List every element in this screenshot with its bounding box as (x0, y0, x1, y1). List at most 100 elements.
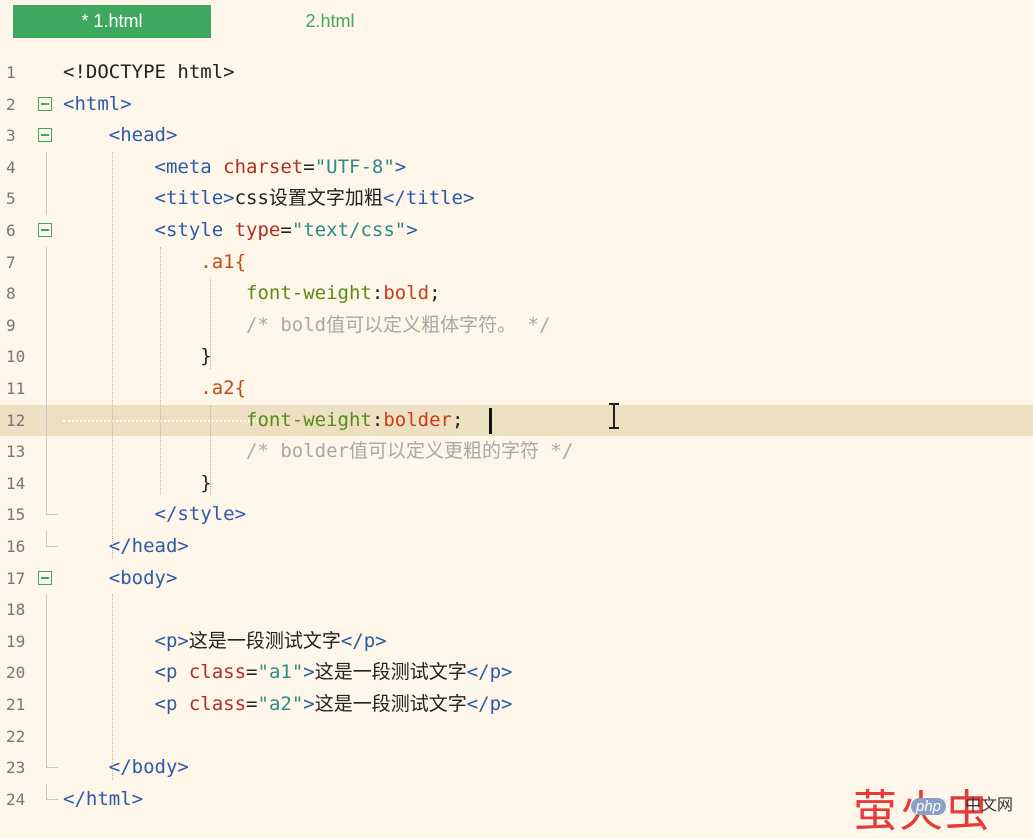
line-number: 18 (6, 600, 26, 620)
fold-guide (46, 720, 47, 753)
code-token: <p> (154, 629, 189, 652)
code-line[interactable]: 12 font-weight:bolder; (0, 404, 1033, 437)
code-token: = (246, 693, 258, 715)
line-number: 1 (6, 63, 16, 82)
code-token: 这是一段测试文字 (314, 693, 467, 715)
code-token: <!DOCTYPE html> (63, 61, 235, 83)
code-token: ; (451, 408, 464, 431)
fold-toggle-icon[interactable] (38, 223, 52, 237)
line-number: 4 (6, 157, 16, 177)
fold-end-marker (46, 499, 58, 516)
fold-guide (46, 246, 47, 279)
code-line[interactable]: 13 /* bolder值可以定义更粗的字符 */ (0, 436, 1033, 468)
code-line[interactable]: 6 <style type="text/css"> (0, 215, 1033, 247)
code-editor[interactable]: 1 <!DOCTYPE html> 2 <html> 3 <head> 4 <meta c… (0, 57, 1033, 817)
code-line[interactable]: 20 <p class="a1">这是一段测试文字</p> (0, 657, 1033, 689)
code-token: .a1{ (200, 250, 247, 273)
code-text: <p class="a1">这是一段测试文字</p> (63, 657, 513, 689)
code-token: </p> (466, 661, 513, 684)
code-token: "a2" (257, 693, 304, 715)
code-token: </head> (108, 535, 189, 557)
code-line[interactable]: 15 </style> (0, 499, 1033, 531)
code-line[interactable]: 17 <body> (0, 563, 1033, 595)
line-number: 3 (6, 126, 16, 146)
line-number: 16 (6, 537, 26, 556)
fold-guide (46, 404, 47, 437)
code-line[interactable]: 16 </head> (0, 531, 1033, 563)
code-text: </html> (63, 784, 143, 816)
code-token: </p> (340, 629, 387, 652)
fold-guide (46, 625, 47, 658)
code-token: <title> (154, 187, 235, 210)
fold-guide (46, 657, 47, 689)
indent-guide (160, 246, 161, 496)
code-text: <meta charset="UTF-8"> (63, 152, 407, 184)
text-caret (489, 407, 492, 434)
code-text: </style> (63, 499, 247, 531)
line-number: 6 (6, 221, 16, 240)
code-line[interactable]: 2 <html> (0, 89, 1033, 121)
code-line[interactable]: 10 } (0, 341, 1033, 373)
fold-guide (46, 151, 47, 184)
code-token: /* bold值可以定义粗体字符。 */ (246, 313, 551, 336)
code-line[interactable]: 7 .a1{ (0, 246, 1033, 279)
code-line[interactable]: 14 } (0, 467, 1033, 500)
code-line[interactable]: 11 .a2{ (0, 373, 1033, 405)
code-token: > (394, 155, 407, 178)
line-number: 13 (6, 442, 26, 462)
code-text: } (63, 468, 211, 500)
line-number: 20 (6, 663, 26, 683)
code-line[interactable]: 1 <!DOCTYPE html> (0, 57, 1033, 89)
code-token: .a2{ (200, 377, 247, 399)
code-token: </body> (108, 756, 189, 779)
code-line[interactable]: 5 <title>css设置文字加粗</title> (0, 183, 1033, 215)
indent-guide (112, 594, 113, 780)
code-text: <style type="text/css"> (63, 215, 418, 247)
indent-guide (210, 278, 211, 369)
tab-1-html[interactable]: * 1.html (13, 5, 211, 38)
line-number: 15 (6, 505, 26, 525)
code-token: "a1" (257, 661, 304, 684)
code-text: </head> (63, 531, 189, 563)
watermark-suffix: 中文网 (964, 797, 1013, 814)
code-token: <meta (154, 155, 224, 178)
code-text: .a2{ (63, 373, 246, 405)
code-line[interactable]: 9 /* bold值可以定义粗体字符。 */ (0, 309, 1033, 342)
tab-2-html[interactable]: 2.html (282, 5, 378, 38)
code-line[interactable]: 4 <meta charset="UTF-8"> (0, 151, 1033, 184)
code-text: <p class="a2">这是一段测试文字</p> (63, 689, 513, 721)
code-token: = (280, 219, 292, 241)
line-number: 21 (6, 695, 26, 714)
code-token: class (188, 661, 247, 684)
fold-toggle-icon[interactable] (38, 96, 52, 111)
fold-guide (46, 183, 47, 215)
fold-guide (46, 373, 47, 405)
code-line[interactable]: 3 <head> (0, 120, 1033, 152)
line-number: 22 (6, 726, 26, 746)
code-line[interactable]: 8 font-weight:bold; (0, 278, 1033, 310)
line-number: 10 (6, 347, 26, 367)
fold-toggle-icon[interactable] (38, 128, 52, 143)
code-token: class (188, 693, 247, 715)
text-cursor-icon (609, 403, 619, 429)
code-line[interactable]: 22 (0, 720, 1033, 753)
code-line[interactable]: 18 (0, 594, 1033, 626)
fold-end-marker (46, 752, 58, 769)
line-number: 24 (6, 789, 26, 809)
tab-bar: * 1.html 2.html (0, 0, 1033, 46)
fold-toggle-icon[interactable] (38, 570, 52, 585)
fold-end-marker (46, 783, 58, 800)
code-token: 这是一段测试文字 (188, 629, 341, 652)
code-line[interactable]: 21 <p class="a2">这是一段测试文字</p> (0, 689, 1033, 721)
code-line[interactable]: 19 <p>这是一段测试文字</p> (0, 625, 1033, 658)
code-token: > (303, 693, 315, 715)
code-token: type (234, 219, 281, 241)
